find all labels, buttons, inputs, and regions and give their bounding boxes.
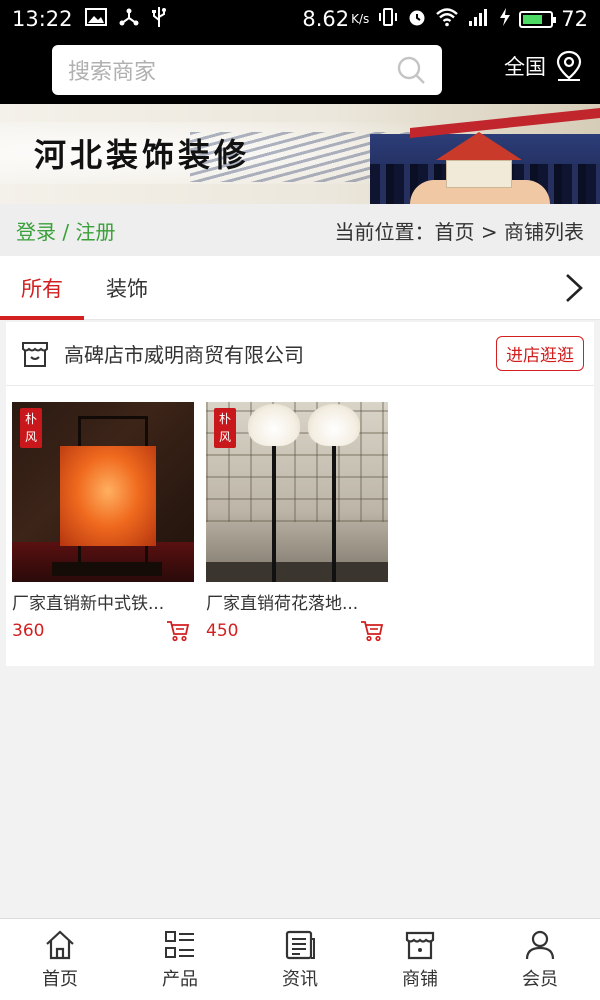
battery-icon (519, 10, 557, 28)
gallery-icon (84, 8, 107, 30)
search-icon[interactable] (396, 55, 426, 85)
product-price: 360 (12, 621, 45, 641)
nav-home-label: 首页 (42, 968, 78, 990)
tab-all[interactable]: 所有 (0, 256, 84, 320)
bottom-nav: 首页 产品 资讯 商铺 会员 (0, 918, 600, 1000)
chevron-right-icon[interactable] (562, 272, 586, 304)
banner-title: 河北装饰装修 (34, 136, 251, 174)
charging-icon (499, 7, 511, 31)
tab-decoration[interactable]: 装饰 (84, 256, 170, 320)
shop-card: 高碑店市威明商贸有限公司 进店逛逛 朴风 厂家直销新中式铁... 360 朴风 … (6, 322, 594, 666)
breadcrumb: 登录 / 注册 当前位置：首页 > 商铺列表 (0, 204, 600, 256)
nav-news-label: 资讯 (282, 968, 318, 990)
top-bar: 搜索商家 全国 (0, 38, 600, 104)
house-icon (436, 132, 522, 192)
nav-products[interactable]: 产品 (120, 919, 240, 1000)
cart-icon[interactable] (166, 620, 190, 642)
search-input[interactable]: 搜索商家 (52, 45, 442, 95)
status-bar: 13:22 8.62 K/s 72 (0, 0, 600, 38)
network-speed: 8.62 (302, 7, 350, 31)
nav-member-label: 会员 (522, 968, 558, 990)
vibrate-icon (377, 7, 399, 31)
product-image-lamp[interactable]: 朴风 (12, 402, 194, 582)
product-item[interactable]: 朴风 厂家直销荷花落地... 450 (206, 402, 388, 642)
auth-links: 登录 / 注册 (16, 216, 115, 245)
banner[interactable]: 河北装饰装修 (0, 104, 600, 204)
share-icon (119, 7, 139, 31)
status-time: 13:22 (12, 7, 73, 31)
auth-separator: / (62, 219, 70, 244)
location-prefix: 当前位置： (334, 219, 435, 244)
region-label: 全国 (504, 55, 546, 79)
region-selector[interactable]: 全国 (504, 50, 584, 82)
battery-level: 72 (561, 7, 588, 31)
product-item[interactable]: 朴风 厂家直销新中式铁... 360 (12, 402, 194, 642)
enter-shop-button[interactable]: 进店逛逛 (496, 336, 584, 371)
alarm-icon (407, 7, 427, 31)
product-tag: 朴风 (214, 408, 236, 448)
user-icon (525, 930, 555, 959)
wifi-icon (435, 7, 459, 31)
nav-products-label: 产品 (162, 968, 198, 990)
product-image-lotus-lamp[interactable]: 朴风 (206, 402, 388, 582)
nav-shops[interactable]: 商铺 (360, 919, 480, 1000)
shop-icon (405, 931, 435, 959)
nav-home[interactable]: 首页 (0, 919, 120, 1000)
product-name[interactable]: 厂家直销新中式铁... (12, 589, 194, 614)
news-icon (285, 930, 315, 959)
usb-icon (151, 6, 167, 32)
product-tag: 朴风 (20, 408, 42, 448)
signal-icon (467, 7, 491, 31)
shop-header: 高碑店市威明商贸有限公司 进店逛逛 (6, 322, 594, 386)
list-icon (165, 930, 194, 958)
nav-shops-label: 商铺 (402, 968, 438, 990)
location-pin-icon (556, 50, 582, 81)
product-name[interactable]: 厂家直销荷花落地... (206, 589, 388, 614)
breadcrumb-current: 商铺列表 (504, 219, 584, 244)
product-price: 450 (206, 621, 239, 641)
search-placeholder: 搜索商家 (68, 60, 157, 85)
product-list: 朴风 厂家直销新中式铁... 360 朴风 厂家直销荷花落地... 450 (12, 402, 388, 642)
nav-member[interactable]: 会员 (480, 919, 600, 1000)
breadcrumb-arrow: > (480, 219, 498, 244)
cart-icon[interactable] (360, 620, 384, 642)
home-icon (46, 930, 74, 959)
shop-name[interactable]: 高碑店市威明商贸有限公司 (64, 339, 304, 368)
breadcrumb-home-link[interactable]: 首页 (435, 220, 475, 244)
current-location: 当前位置：首页 > 商铺列表 (335, 216, 584, 245)
nav-news[interactable]: 资讯 (240, 919, 360, 1000)
category-tabs: 所有 装饰 (0, 256, 600, 320)
network-speed-unit: K/s (351, 12, 370, 26)
shop-icon (22, 341, 48, 367)
register-link[interactable]: 注册 (75, 220, 115, 244)
login-link[interactable]: 登录 (16, 220, 56, 244)
